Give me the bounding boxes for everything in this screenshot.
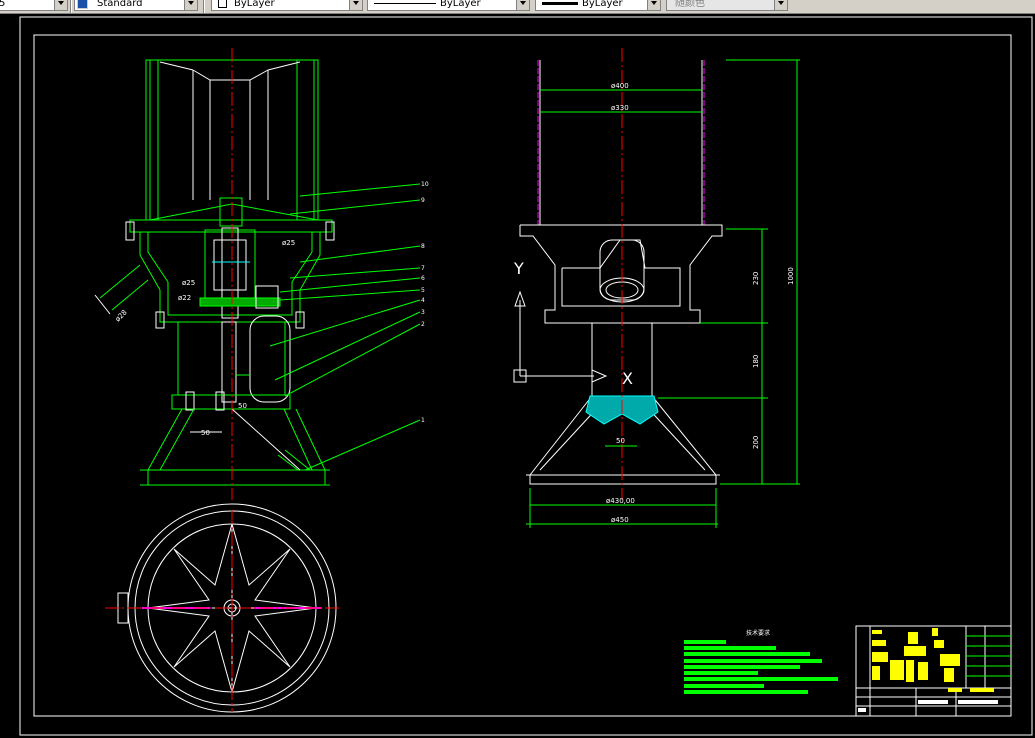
layer-value: 5 — [0, 0, 5, 10]
chevron-down-icon[interactable] — [516, 0, 529, 10]
lineweight-preview-icon — [542, 2, 578, 5]
balloon: 4 — [421, 297, 425, 304]
plot-style-dropdown[interactable]: 随颜色 — [666, 0, 788, 11]
toolbar-separator — [70, 0, 72, 13]
dim-d25b: ø25 — [282, 239, 295, 247]
color-dropdown[interactable]: ByLayer — [211, 0, 363, 11]
front-view — [519, 60, 723, 485]
section-view — [94, 59, 335, 486]
chevron-down-icon[interactable] — [54, 0, 67, 10]
dim-200: 200 — [752, 436, 760, 449]
dim-230: 230 — [752, 272, 760, 285]
dim-d330: ø330 — [611, 104, 629, 112]
technical-requirements: 技术要求 — [684, 629, 838, 694]
text-style-icon — [77, 0, 88, 9]
section-view-dimensions: ø28 ø22 ø25 ø25 50 50 — [114, 239, 295, 437]
front-view-dim-lines — [526, 59, 800, 528]
title-block — [855, 625, 1012, 717]
dim-50-small: 50 — [238, 402, 247, 410]
lineweight-dropdown[interactable]: ByLayer — [535, 0, 661, 11]
balloon: 6 — [421, 275, 425, 282]
color-value: ByLayer — [234, 0, 275, 9]
linetype-value: ByLayer — [440, 0, 481, 9]
balloon: 7 — [421, 265, 425, 272]
balloon: 3 — [421, 309, 425, 316]
dim-d400: ø400 — [611, 82, 629, 90]
text-style-value: Standard — [97, 0, 143, 9]
chevron-down-icon[interactable] — [349, 0, 362, 10]
balloon: 2 — [421, 321, 425, 328]
tech-title: 技术要求 — [746, 629, 770, 637]
dim-50-right: 50 — [616, 437, 625, 445]
front-view-dimensions: ø400 ø330 230 180 200 1000 50 ø430,00 ø4… — [606, 82, 795, 524]
part-balloons: 10 9 8 7 6 5 4 3 2 1 — [421, 181, 429, 424]
dim-d22: ø22 — [178, 294, 191, 302]
linetype-preview-icon — [374, 3, 436, 4]
dim-d28: ø28 — [114, 308, 129, 323]
dim-50-left: 50 — [201, 429, 210, 437]
toolbar-separator — [203, 0, 205, 13]
properties-toolbar: 5 Standard ByLayer ByLayer ByLayer 随颜色 — [0, 0, 1035, 14]
chevron-down-icon[interactable] — [647, 0, 660, 10]
balloon: 5 — [421, 287, 425, 294]
axis-x-label: X — [622, 369, 633, 388]
dim-d450: ø450 — [611, 516, 629, 524]
linetype-dropdown[interactable]: ByLayer — [367, 0, 530, 11]
dim-1000: 1000 — [787, 267, 795, 285]
chevron-down-icon[interactable] — [774, 0, 787, 10]
dim-d25a: ø25 — [182, 279, 195, 287]
lineweight-value: ByLayer — [582, 0, 623, 9]
axis-y-label: Y — [513, 259, 524, 278]
dim-d430: ø430,00 — [606, 497, 635, 505]
text-style-dropdown[interactable]: Standard — [74, 0, 198, 11]
chevron-down-icon[interactable] — [184, 0, 197, 10]
plot-style-value: 随颜色 — [675, 0, 705, 9]
color-swatch-icon — [218, 0, 227, 8]
layer-dropdown[interactable]: 5 — [0, 0, 68, 11]
balloon: 8 — [421, 243, 425, 250]
balloon: 9 — [421, 197, 425, 204]
drawing-canvas[interactable]: ø28 ø22 ø25 ø25 50 50 10 9 8 7 6 5 4 3 2… — [0, 14, 1035, 738]
balloon: 1 — [421, 417, 425, 424]
dim-180: 180 — [752, 355, 760, 368]
balloon: 10 — [421, 181, 429, 188]
